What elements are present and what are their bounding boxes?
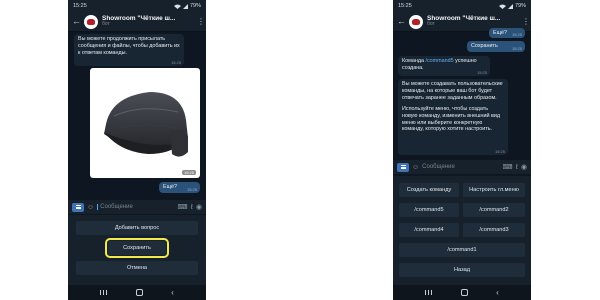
command4-button[interactable]: /command4 bbox=[399, 223, 459, 237]
chat-area[interactable]: Вы можете продолжить присылать сообщения… bbox=[68, 32, 206, 198]
save-button[interactable]: Сохранить bbox=[105, 238, 169, 258]
message-input-bar: ☺ Сообщение ⌨ ℓ ◉ bbox=[68, 200, 206, 214]
recents-icon[interactable] bbox=[100, 290, 108, 295]
chat-title[interactable]: Showroom "Чёткие ш... bbox=[427, 15, 518, 22]
message-time: 15:25 bbox=[511, 45, 522, 51]
android-nav-bar: ‹ bbox=[68, 285, 206, 300]
command2-button[interactable]: /command2 bbox=[463, 203, 525, 217]
create-command-button[interactable]: Создать команду bbox=[399, 183, 459, 197]
outgoing-message: Ещё? 15:25 bbox=[489, 28, 525, 38]
command1-button[interactable]: /command1 bbox=[399, 243, 525, 257]
bot-menu-icon[interactable] bbox=[72, 202, 84, 212]
kebab-menu-icon[interactable]: ⋮ bbox=[197, 17, 205, 26]
bot-keyboard: Создать команду Настроить гл.меню /comma… bbox=[393, 176, 531, 285]
attach-icon[interactable]: ℓ bbox=[516, 164, 518, 171]
message-text-prefix: Команда bbox=[402, 58, 426, 64]
status-time: 15:25 bbox=[398, 3, 412, 9]
message-text: Сохранить bbox=[471, 43, 498, 49]
command-link[interactable]: /command5 bbox=[425, 58, 453, 64]
battery-percent: 79% bbox=[189, 3, 201, 9]
chat-subtitle: бот bbox=[427, 21, 435, 28]
nav-back-icon[interactable]: ‹ bbox=[171, 288, 174, 297]
incoming-message: Команда /command5 успешно создана. 15:25 bbox=[398, 56, 490, 76]
message-time: 15:25 bbox=[170, 59, 181, 65]
android-nav-bar: ‹ bbox=[393, 285, 531, 300]
mic-icon[interactable]: ◉ bbox=[521, 164, 527, 171]
message-input-bar: ☺ Сообщение ⌨ ℓ ◉ bbox=[393, 160, 531, 174]
status-time: 15:25 bbox=[73, 3, 87, 9]
message-time: 15:25 bbox=[511, 31, 522, 37]
home-icon[interactable] bbox=[135, 289, 143, 296]
back-arrow-icon[interactable]: ← bbox=[72, 17, 81, 26]
signal-icon bbox=[507, 3, 513, 9]
mic-icon[interactable]: ◉ bbox=[196, 204, 202, 211]
bot-keyboard: Добавить вопрос Сохранить Отмена bbox=[68, 215, 206, 285]
message-time: 15:25 bbox=[494, 148, 505, 154]
chat-header: ← Showroom "Чёткие ш... бот ⋮ bbox=[68, 12, 206, 32]
chat-area[interactable]: Ещё? 15:25 Сохранить 15:25 Команда /comm… bbox=[393, 28, 531, 158]
signal-icon bbox=[182, 3, 188, 9]
chat-subtitle: бот bbox=[102, 21, 110, 28]
message-text: Ещё? bbox=[493, 30, 508, 36]
message-time: 15:25 bbox=[476, 69, 487, 75]
cancel-button[interactable]: Отмена bbox=[76, 261, 198, 275]
outgoing-message: Ещё? 15:25 bbox=[159, 182, 200, 193]
avatar[interactable] bbox=[409, 14, 423, 29]
photo-time: 15:25 bbox=[181, 170, 196, 175]
flat-cap-image bbox=[104, 92, 188, 157]
nav-back-icon[interactable]: ‹ bbox=[496, 288, 499, 297]
command3-button[interactable]: /command3 bbox=[463, 223, 525, 237]
wifi-icon bbox=[498, 4, 506, 9]
bot-keyboard-icon[interactable]: ⌨ bbox=[503, 164, 513, 171]
emoji-icon[interactable]: ☺ bbox=[87, 204, 94, 211]
battery-percent: 79% bbox=[514, 3, 526, 9]
wifi-icon bbox=[173, 4, 181, 9]
incoming-message: Вы можете продолжить присылать сообщения… bbox=[74, 34, 184, 66]
attach-icon[interactable]: ℓ bbox=[191, 204, 193, 211]
message-input[interactable]: Сообщение bbox=[97, 204, 174, 210]
bot-menu-icon[interactable] bbox=[397, 162, 409, 172]
back-button[interactable]: Назад bbox=[399, 263, 525, 277]
avatar[interactable] bbox=[84, 14, 98, 29]
message-text: Вы можете продолжить присылать сообщения… bbox=[78, 36, 180, 56]
back-arrow-icon[interactable]: ← bbox=[397, 17, 406, 26]
message-input[interactable]: Сообщение bbox=[422, 164, 499, 170]
message-text: Ещё? bbox=[163, 184, 178, 190]
photo-message[interactable]: 15:25 bbox=[90, 68, 200, 178]
incoming-message: Вы можете создавать пользовательские ком… bbox=[398, 79, 508, 155]
message-time: 15:25 bbox=[186, 186, 197, 192]
phone-screen-left: 15:25 79% ← Showroom "Чёткие ш... бот ⋮ … bbox=[68, 0, 206, 300]
kebab-menu-icon[interactable]: ⋮ bbox=[522, 17, 530, 26]
emoji-icon[interactable]: ☺ bbox=[412, 164, 419, 171]
command5-button[interactable]: /command5 bbox=[399, 203, 459, 217]
phone-screen-right: 15:25 79% ← Showroom "Чёткие ш... бот ⋮ … bbox=[393, 0, 531, 300]
configure-menu-button[interactable]: Настроить гл.меню bbox=[463, 183, 525, 197]
message-paragraph: Используйте меню, чтобы создать новую ко… bbox=[402, 105, 500, 133]
chat-title[interactable]: Showroom "Чёткие ш... bbox=[102, 15, 193, 22]
message-paragraph: Вы можете создавать пользовательские ком… bbox=[402, 81, 503, 101]
add-question-button[interactable]: Добавить вопрос bbox=[76, 221, 198, 235]
status-bar: 15:25 79% bbox=[68, 0, 206, 12]
recents-icon[interactable] bbox=[425, 290, 433, 295]
home-icon[interactable] bbox=[460, 289, 468, 296]
bot-keyboard-icon[interactable]: ⌨ bbox=[178, 204, 188, 211]
outgoing-message: Сохранить 15:25 bbox=[467, 41, 525, 52]
status-bar: 15:25 79% bbox=[393, 0, 531, 12]
